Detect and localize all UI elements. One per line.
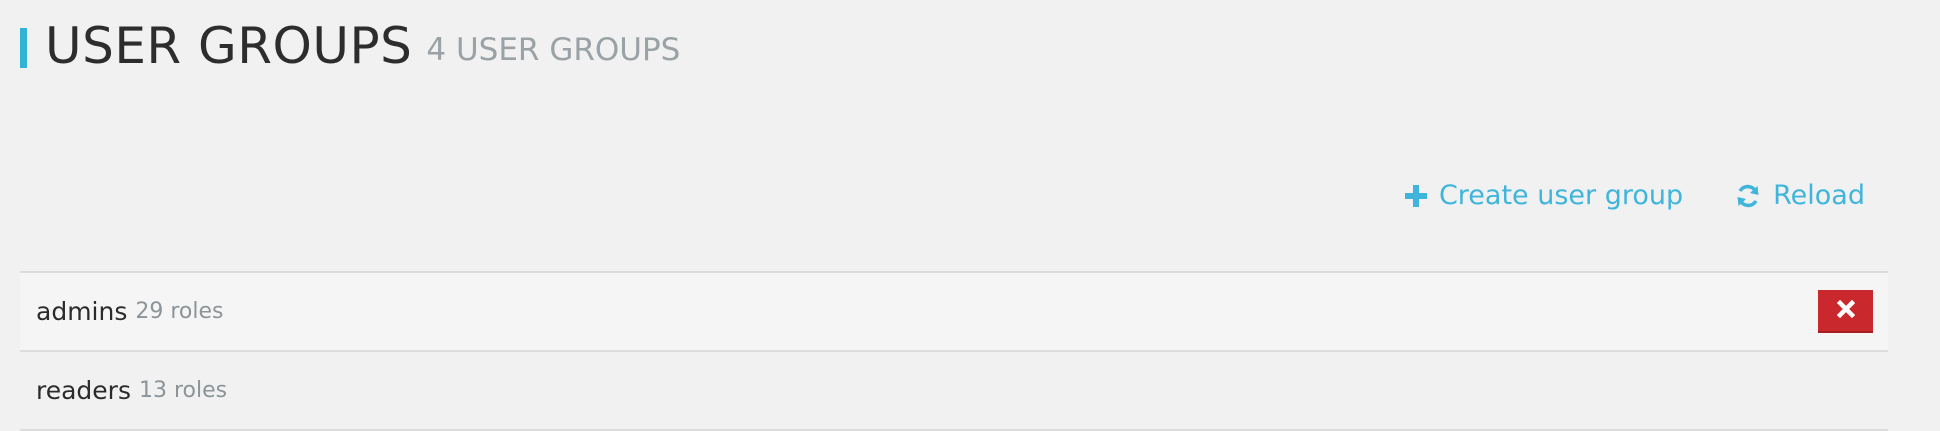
refresh-icon: [1735, 183, 1761, 209]
group-name[interactable]: readers: [36, 376, 131, 405]
create-user-group-button[interactable]: Create user group: [1404, 176, 1684, 216]
group-row-admins[interactable]: admins 29 roles: [20, 271, 1888, 350]
group-role-count: 13 roles: [138, 378, 228, 403]
delete-group-button[interactable]: [1818, 290, 1873, 333]
page-title: USER GROUPS: [45, 17, 413, 75]
reload-button[interactable]: Reload: [1735, 176, 1865, 216]
group-role-count: 29 roles: [135, 299, 224, 324]
reload-label: Reload: [1773, 180, 1865, 211]
title-accent-bar: [20, 28, 27, 68]
group-name[interactable]: admins: [36, 297, 127, 326]
page-header: USER GROUPS 4 USER GROUPS: [20, 18, 680, 74]
toolbar: Create user group Reload: [1404, 176, 1865, 216]
plus-icon: [1404, 185, 1427, 207]
group-row-readers[interactable]: readers 13 roles: [20, 350, 1888, 431]
close-icon: [1836, 299, 1855, 322]
create-user-group-label: Create user group: [1438, 180, 1684, 211]
user-group-list: admins 29 roles readers 13 roles: [20, 271, 1888, 431]
group-count-subtitle: 4 USER GROUPS: [426, 32, 681, 68]
